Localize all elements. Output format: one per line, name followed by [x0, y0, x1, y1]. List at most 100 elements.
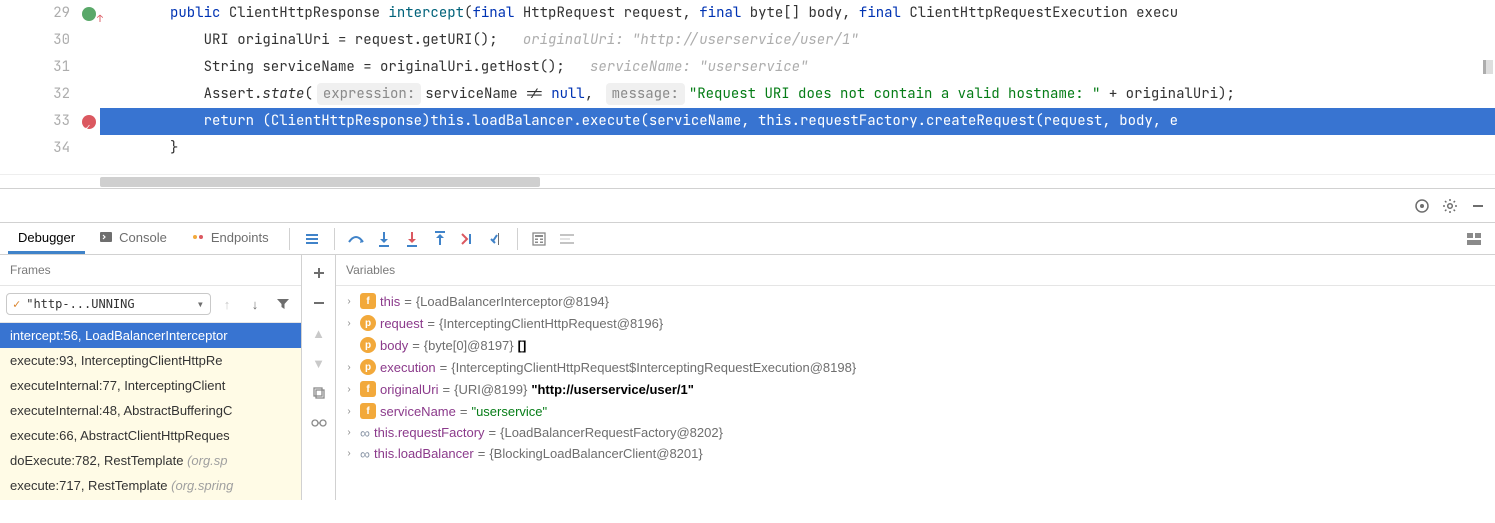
watch-up-icon[interactable]: ▲ — [307, 321, 331, 345]
endpoints-icon — [191, 230, 205, 244]
param-badge-icon: p — [360, 337, 376, 353]
link-icon: ∞ — [360, 447, 370, 461]
variable-value: {InterceptingClientHttpRequest$Intercept… — [451, 360, 856, 375]
chevron-down-icon: ▾ — [197, 297, 204, 311]
tab-endpoints[interactable]: Endpoints — [181, 224, 279, 254]
add-watch-icon[interactable] — [307, 261, 331, 285]
trace-current-stream-icon[interactable] — [554, 226, 580, 252]
field-badge-icon: f — [360, 293, 376, 309]
tab-console[interactable]: Console — [89, 224, 177, 254]
variables-list[interactable]: ›f this = {LoadBalancerInterceptor@8194}… — [336, 286, 1495, 500]
run-to-cursor-icon[interactable] — [483, 226, 509, 252]
variable-value: {InterceptingClientHttpRequest@8196} — [439, 316, 663, 331]
next-frame-icon[interactable]: ↓ — [243, 292, 267, 316]
expand-icon[interactable]: › — [342, 384, 356, 395]
filter-frames-icon[interactable] — [271, 292, 295, 316]
drop-frame-icon[interactable] — [455, 226, 481, 252]
override-icon[interactable] — [82, 7, 96, 21]
variable-row[interactable]: ›p execution = {InterceptingClientHttpRe… — [336, 356, 1495, 378]
variable-value: {LoadBalancerInterceptor@8194} — [416, 294, 609, 309]
expand-icon[interactable]: › — [342, 296, 356, 307]
code-area[interactable]: public ClientHttpResponse intercept(fina… — [100, 0, 1495, 174]
tab-debugger[interactable]: Debugger — [8, 224, 85, 254]
variable-row[interactable]: ›∞ this.loadBalancer = {BlockingLoadBala… — [336, 443, 1495, 464]
copy-icon[interactable] — [307, 381, 331, 405]
variable-name: originalUri — [380, 382, 439, 397]
line-number: 32 — [53, 85, 70, 103]
variable-name: this — [380, 294, 400, 309]
field-badge-icon: f — [360, 403, 376, 419]
link-icon: ∞ — [360, 426, 370, 440]
remove-watch-icon[interactable] — [307, 291, 331, 315]
stack-frame[interactable]: execute:66, AbstractClientHttpReques — [0, 423, 301, 448]
stack-frame[interactable]: intercept:56, LoadBalancerInterceptor — [0, 323, 301, 348]
variables-pane: Variables ›f this = {LoadBalancerInterce… — [336, 255, 1495, 500]
editor-minimap-marker[interactable] — [1483, 60, 1493, 74]
stack-frame[interactable]: execute:93, InterceptingClientHttpRe — [0, 348, 301, 373]
horizontal-scrollbar[interactable] — [0, 174, 1495, 188]
variable-value: {BlockingLoadBalancerClient@8201} — [489, 446, 702, 461]
line-number: 31 — [53, 58, 70, 76]
variable-value: {byte[0]@8197} — [424, 338, 514, 353]
debugger-panel: Debugger Console Endpoints Frames ✓ — [0, 222, 1495, 500]
frames-list[interactable]: intercept:56, LoadBalancerInterceptor ex… — [0, 323, 301, 500]
variable-row[interactable]: ›f serviceName = "userservice" — [336, 400, 1495, 422]
variable-row[interactable]: ›f this = {LoadBalancerInterceptor@8194} — [336, 290, 1495, 312]
gear-icon[interactable] — [1439, 195, 1461, 217]
watch-down-icon[interactable]: ▼ — [307, 351, 331, 375]
layout-settings-icon[interactable] — [1461, 226, 1487, 252]
expand-icon[interactable]: › — [342, 427, 356, 438]
step-into-icon[interactable] — [371, 226, 397, 252]
variable-name: request — [380, 316, 423, 331]
variable-row[interactable]: ›∞ this.requestFactory = {LoadBalancerRe… — [336, 422, 1495, 443]
variable-name: body — [380, 338, 408, 353]
editor-footer-toolbar — [0, 188, 1495, 222]
show-execution-point-icon[interactable] — [300, 226, 326, 252]
variable-value: "userservice" — [471, 404, 547, 419]
line-number: 30 — [53, 31, 70, 49]
line-number: 33 — [53, 112, 70, 130]
variables-header: Variables — [336, 255, 1495, 286]
thread-selector[interactable]: ✓ "http-...UNNING ▾ — [6, 293, 211, 315]
frames-header: Frames — [0, 255, 301, 286]
evaluate-expression-icon[interactable] — [526, 226, 552, 252]
minimize-icon[interactable] — [1467, 195, 1489, 217]
variable-name: serviceName — [380, 404, 456, 419]
glasses-icon[interactable] — [307, 411, 331, 435]
debug-tabs-bar: Debugger Console Endpoints — [0, 223, 1495, 255]
scrollbar-thumb[interactable] — [100, 177, 540, 187]
variable-row[interactable]: ›p request = {InterceptingClientHttpRequ… — [336, 312, 1495, 334]
code-editor[interactable]: 29 30 31 32 33 34 public ClientHttpRespo… — [0, 0, 1495, 188]
editor-gutter: 29 30 31 32 33 34 — [0, 0, 100, 174]
variable-row[interactable]: p body = {byte[0]@8197} [] — [336, 334, 1495, 356]
expand-icon[interactable]: › — [342, 406, 356, 417]
target-icon[interactable] — [1411, 195, 1433, 217]
frames-pane: Frames ✓ "http-...UNNING ▾ ↑ ↓ intercept… — [0, 255, 302, 500]
variable-value: {LoadBalancerRequestFactory@8202} — [500, 425, 723, 440]
expand-icon[interactable]: › — [342, 448, 356, 459]
variable-value: {URI@8199} — [454, 382, 527, 397]
check-icon: ✓ — [13, 297, 20, 311]
param-badge-icon: p — [360, 315, 376, 331]
console-icon — [99, 230, 113, 244]
prev-frame-icon[interactable]: ↑ — [215, 292, 239, 316]
variable-name: this.loadBalancer — [374, 446, 474, 461]
stack-frame[interactable]: executeInternal:77, InterceptingClient — [0, 373, 301, 398]
expand-icon[interactable]: › — [342, 362, 356, 373]
stack-frame[interactable]: execute:717, RestTemplate (org.spring — [0, 473, 301, 498]
breakpoint-icon[interactable] — [82, 115, 96, 129]
stack-frame[interactable]: executeInternal:48, AbstractBufferingC — [0, 398, 301, 423]
variable-row[interactable]: ›f originalUri = {URI@8199} "http://user… — [336, 378, 1495, 400]
line-number: 29 — [53, 4, 70, 22]
field-badge-icon: f — [360, 381, 376, 397]
expand-icon[interactable]: › — [342, 318, 356, 329]
stack-frame[interactable]: doExecute:782, RestTemplate (org.sp — [0, 448, 301, 473]
line-number: 34 — [53, 139, 70, 157]
step-out-icon[interactable] — [427, 226, 453, 252]
step-over-icon[interactable] — [343, 226, 369, 252]
variables-toolbar: ▲ ▼ — [302, 255, 336, 500]
variable-name: execution — [380, 360, 436, 375]
variable-name: this.requestFactory — [374, 425, 485, 440]
force-step-into-icon[interactable] — [399, 226, 425, 252]
param-badge-icon: p — [360, 359, 376, 375]
